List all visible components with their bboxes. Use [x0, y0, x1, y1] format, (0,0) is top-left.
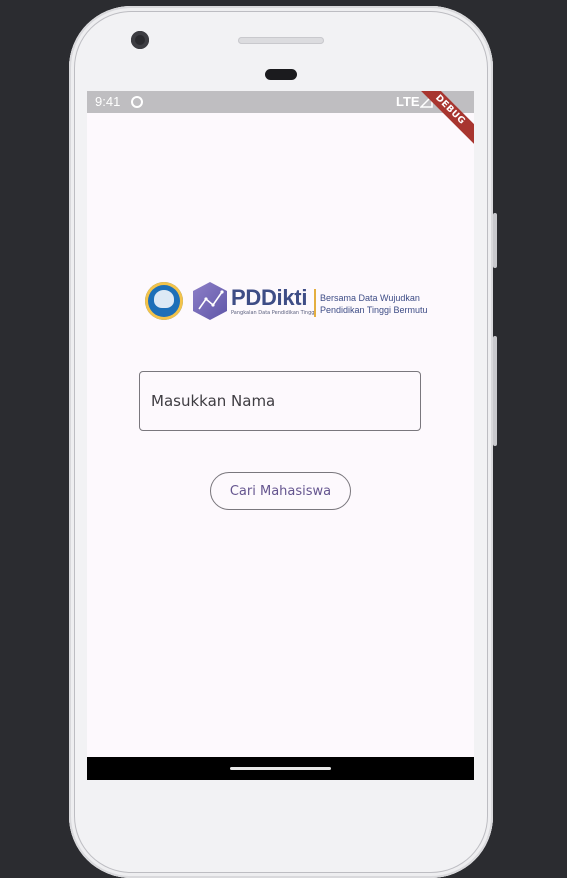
volume-button	[493, 336, 497, 446]
proximity-sensor	[265, 69, 297, 80]
ministry-emblem-icon	[145, 282, 183, 320]
logo-title: PDDikti	[231, 285, 308, 310]
home-indicator[interactable]	[230, 767, 331, 770]
front-camera	[131, 31, 149, 49]
logo-tagline-line1: Bersama Data Wujudkan	[320, 293, 420, 303]
notification-icon	[131, 96, 143, 108]
pddikti-logo: PDDikti Pangkalan Data Pendidikan Tinggi…	[145, 280, 428, 322]
app-screen: 9:41 LTE DEBUG PDDikti Pangkalan Data Pe…	[87, 91, 474, 780]
emblem-bird-shape	[154, 290, 174, 308]
logo-subtitle: Pangkalan Data Pendidikan Tinggi	[231, 310, 316, 316]
status-bar: 9:41 LTE	[87, 91, 474, 113]
logo-tagline-line2: Pendidikan Tinggi Bermutu	[320, 305, 428, 315]
earpiece-speaker	[238, 37, 324, 44]
pddikti-hexagon-icon	[193, 282, 227, 320]
logo-divider	[314, 289, 316, 317]
name-input[interactable]	[139, 371, 421, 431]
navigation-bar	[87, 757, 474, 780]
network-type: LTE	[396, 94, 420, 109]
search-student-button[interactable]: Cari Mahasiswa	[210, 472, 351, 510]
status-time: 9:41	[95, 94, 121, 109]
power-button	[493, 213, 497, 268]
